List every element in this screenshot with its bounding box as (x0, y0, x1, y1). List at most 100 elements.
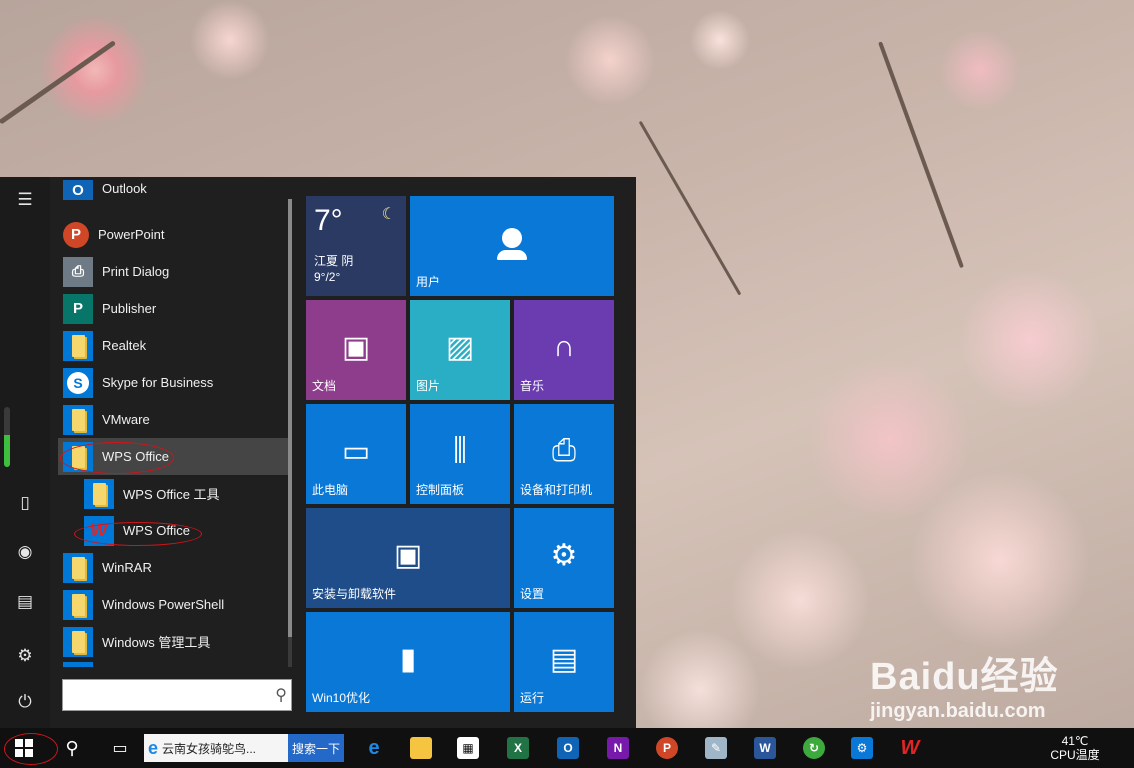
tile-devices-printers[interactable]: ⎙ 设备和打印机 (514, 404, 614, 504)
taskbar-outlook[interactable]: O (548, 728, 588, 768)
app-item-outlook[interactable]: O Outlook (58, 179, 288, 209)
tile-install-uninstall[interactable]: ▣ 安装与卸载软件 (306, 508, 510, 608)
ie-icon: e (148, 737, 159, 758)
outlook-icon: O (557, 737, 579, 759)
user-account-icon[interactable]: ◉ (0, 532, 50, 572)
app-item-wps-office[interactable]: W WPS Office (58, 512, 288, 549)
watermark-url: jingyan.baidu.com (870, 700, 1046, 722)
taskbar-excel[interactable]: X (498, 728, 538, 768)
folder-icon (63, 330, 93, 361)
app-item-skype[interactable]: S Skype for Business (58, 364, 288, 401)
app-item-print-dialog[interactable]: ⎙ Print Dialog (58, 253, 288, 290)
cpu-temperature[interactable]: 41℃ CPU温度 (1044, 728, 1106, 768)
scrollbar-thumb[interactable] (288, 199, 292, 637)
cpu-temp-label: CPU温度 (1050, 748, 1100, 762)
file-explorer-icon[interactable]: ▤ (0, 582, 50, 622)
tile-label: 图片 (416, 379, 441, 393)
volume-indicator (4, 407, 10, 467)
tile-music[interactable]: ∩ 音乐 (514, 300, 614, 400)
app-label: WinRAR (102, 560, 152, 575)
search-icon[interactable]: ⚲ (275, 685, 287, 705)
app-list: O Outlook P PowerPoint ⎙ Print Dialog P … (58, 177, 290, 667)
cpu-temp-value: 41℃ (1061, 734, 1089, 748)
picture-icon: ▨ (445, 331, 475, 364)
app-label: VMware (102, 412, 150, 427)
settings-gear-icon[interactable]: ⚙ (0, 636, 50, 676)
outlook-icon: O (63, 180, 93, 200)
tile-weather[interactable]: 7° ☾ 江夏 阴 9°/2° (306, 196, 406, 296)
weather-range: 9°/2° (314, 270, 341, 284)
windows-logo-icon (15, 739, 33, 757)
search-icon[interactable]: ⚲ (56, 728, 88, 768)
tile-pictures[interactable]: ▨ 图片 (410, 300, 510, 400)
tile-win10-optimize[interactable]: ▮ Win10优化 (306, 612, 510, 712)
taskbar-360[interactable]: ↻ (794, 728, 834, 768)
app-item-wps-office-tools[interactable]: WPS Office 工具 (58, 475, 288, 512)
app-label: WPS Office (102, 449, 169, 464)
taskbar-store[interactable]: ▦ (448, 728, 488, 768)
app-label: PowerPoint (98, 227, 165, 242)
user-icon-body (497, 250, 527, 260)
search-box[interactable]: ⚲ (62, 679, 292, 711)
tile-user[interactable]: 用户 (410, 196, 614, 296)
wallpaper-branch (638, 120, 742, 296)
tile-label: 用户 (416, 275, 441, 289)
app-item-realtek[interactable]: Realtek (58, 327, 288, 364)
gear-icon: ⚙ (550, 539, 578, 572)
start-button[interactable] (0, 728, 48, 768)
tile-control-panel[interactable]: ⫼ 控制面板 (410, 404, 510, 504)
app-label: Publisher (102, 301, 157, 316)
edge-icon: e (368, 737, 380, 759)
search-input[interactable] (67, 684, 266, 708)
taskbar-powerpoint[interactable]: P (647, 728, 687, 768)
app-item-vmware[interactable]: VMware (58, 401, 288, 438)
wallpaper-branch (0, 40, 117, 125)
tile-label: 文档 (312, 379, 337, 393)
optimize-icon: ▮ (399, 643, 417, 676)
folder-icon (63, 552, 93, 583)
taskbar-settings[interactable]: ⚙ (842, 728, 882, 768)
monitor-icon: ▭ (341, 435, 371, 468)
app-label: Windows PowerShell (102, 597, 225, 612)
taskbar-wps[interactable]: W (890, 728, 930, 768)
skype-icon: S (63, 367, 93, 398)
document-icon: ▣ (341, 331, 371, 364)
tile-run[interactable]: ▤ 运行 (514, 612, 614, 712)
ie-search-bar[interactable]: e 云南女孩骑鸵鸟... (144, 734, 288, 762)
app-label: Outlook (102, 180, 147, 196)
app-item-powerpoint[interactable]: P PowerPoint (58, 216, 288, 253)
hamburger-menu-icon[interactable]: ☰ (0, 180, 50, 220)
excel-icon: X (507, 737, 529, 759)
taskbar-file-explorer[interactable] (401, 728, 441, 768)
user-icon (502, 228, 522, 248)
taskbar-word[interactable]: W (745, 728, 785, 768)
onenote-icon: N (607, 737, 629, 759)
watermark-brand: Baidu经验 (870, 656, 1059, 698)
app-item-wps-office-folder[interactable]: WPS Office (58, 438, 288, 475)
folder-icon (63, 589, 93, 620)
tile-documents[interactable]: ▣ 文档 (306, 300, 406, 400)
tile-label: 设备和打印机 (520, 483, 593, 497)
ie-search-button[interactable]: 搜索一下 (288, 734, 344, 762)
app-item-powershell[interactable]: Windows PowerShell (58, 586, 288, 623)
weather-location: 江夏 阴 (314, 254, 354, 268)
refresh-app-icon: ↻ (803, 737, 825, 759)
start-rail: ☰ ▯ ◉ ▤ ⚙ ⏻ (0, 177, 50, 728)
folder-icon (63, 404, 93, 435)
wps-icon: W (84, 515, 114, 546)
taskbar-edge[interactable]: e (354, 728, 394, 768)
task-view-icon[interactable]: ▭ (104, 728, 136, 768)
taskbar-onenote[interactable]: N (598, 728, 638, 768)
app-label: Print Dialog (102, 264, 170, 279)
power-icon[interactable]: ⏻ (0, 682, 50, 722)
baidu-watermark: Baidu经验 jingyan.baidu.com (870, 645, 1059, 723)
app-item-publisher[interactable]: P Publisher (58, 290, 288, 327)
tile-settings[interactable]: ⚙ 设置 (514, 508, 614, 608)
app-item-windows-admin-tools[interactable]: Windows 管理工具 (58, 623, 288, 660)
app-label: Skype for Business (102, 375, 214, 390)
taskbar-paint[interactable]: ✎ (696, 728, 736, 768)
app-item-winrar[interactable]: WinRAR (58, 549, 288, 586)
tile-this-pc[interactable]: ▭ 此电脑 (306, 404, 406, 504)
folder-icon (63, 662, 93, 667)
documents-icon[interactable]: ▯ (0, 483, 50, 523)
